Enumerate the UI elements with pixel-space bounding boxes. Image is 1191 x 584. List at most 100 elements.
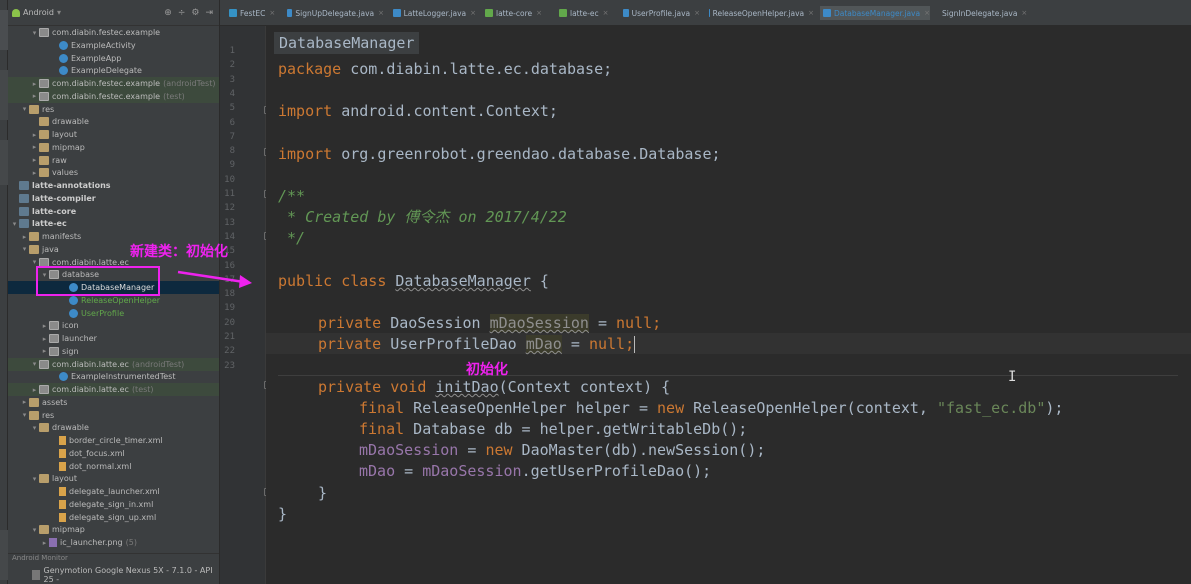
tree-node[interactable]: ▾ layout (8, 472, 219, 485)
editor-breadcrumb[interactable]: DatabaseManager (274, 32, 420, 54)
editor-tab[interactable]: SignInDelegate.java × (936, 6, 1027, 20)
collapse-arrow-icon[interactable]: ▸ (20, 233, 29, 241)
editor-tab[interactable]: ReleaseOpenHelper.java × (706, 6, 814, 20)
tree-node[interactable]: latte-compiler (8, 192, 219, 205)
class-icon (59, 66, 68, 76)
tree-node[interactable]: latte-annotations (8, 179, 219, 192)
db-name-string: "fast_ec.db" (937, 399, 1046, 417)
tree-node[interactable]: ▾ com.diabin.festec.example (8, 26, 219, 39)
class-icon (69, 295, 78, 305)
collapse-arrow-icon[interactable]: ▸ (30, 156, 39, 164)
expand-arrow-icon[interactable]: ▾ (20, 245, 29, 253)
tree-node[interactable]: ▾ drawable (8, 421, 219, 434)
editor-tab[interactable]: latte-ec × (556, 6, 614, 20)
expand-arrow-icon[interactable]: ▾ (20, 105, 29, 113)
tree-node[interactable]: ▸ launcher (8, 332, 219, 345)
tree-node[interactable]: dot_normal.xml (8, 460, 219, 473)
tree-node[interactable]: ▸ com.diabin.festec.example (test) (8, 89, 219, 103)
collapse-arrow-icon[interactable]: ▸ (30, 92, 39, 100)
captures-tool-tab[interactable] (0, 140, 8, 185)
tree-node[interactable]: ▸ com.diabin.latte.ec (test) (8, 383, 219, 396)
tree-node[interactable]: ▾ mipmap (8, 523, 219, 536)
tree-node[interactable]: dot_focus.xml (8, 447, 219, 460)
tree-node[interactable]: ▸ values (8, 166, 219, 179)
expand-arrow-icon[interactable]: ▾ (30, 424, 39, 432)
build-variants-tool-tab[interactable] (0, 530, 8, 580)
close-tab-icon[interactable]: × (1021, 9, 1027, 17)
tree-node[interactable]: delegate_sign_in.xml (8, 498, 219, 511)
collapse-arrow-icon[interactable]: ▸ (30, 131, 39, 139)
close-tab-icon[interactable]: × (470, 9, 476, 17)
editor-tab[interactable]: LatteLogger.java × (390, 6, 476, 20)
expand-arrow-icon[interactable]: ▾ (30, 526, 39, 534)
tree-node[interactable]: ▸ sign (8, 345, 219, 358)
line-number: 11 (224, 189, 235, 199)
collapse-arrow-icon[interactable]: ▸ (30, 80, 39, 88)
tree-node[interactable]: ▸ mipmap (8, 141, 219, 154)
tree-node[interactable]: delegate_sign_up.xml (8, 511, 219, 524)
collapse-arrow-icon[interactable]: ▸ (30, 169, 39, 177)
code-line-import-database: import org.greenrobot.greendao.database.… (278, 144, 721, 165)
expand-arrow-icon[interactable]: ▾ (30, 475, 39, 483)
close-tab-icon[interactable]: × (924, 9, 930, 17)
tree-node[interactable]: ExampleActivity (8, 39, 219, 52)
tree-node[interactable]: ExampleDelegate (8, 64, 219, 77)
collapse-arrow-icon[interactable]: ▸ (40, 322, 49, 330)
tree-node[interactable]: delegate_launcher.xml (8, 485, 219, 498)
expand-arrow-icon[interactable]: ▾ (30, 29, 39, 37)
expand-arrow-icon[interactable]: ▾ (30, 360, 39, 368)
gear-icon[interactable]: ⚙ (191, 8, 199, 18)
tree-node-label: values (52, 168, 79, 178)
tree-node[interactable]: ExampleApp (8, 52, 219, 65)
tree-node[interactable]: ExampleInstrumentedTest (8, 370, 219, 383)
collapse-arrow-icon[interactable]: ▸ (30, 143, 39, 151)
tree-node[interactable]: ▸ ic_launcher.png (5) (8, 536, 219, 549)
project-tool-tab[interactable] (0, 10, 8, 50)
expand-arrow-icon[interactable]: ▾ (20, 411, 29, 419)
close-tab-icon[interactable]: × (808, 9, 814, 17)
collapse-arrow-icon[interactable]: ▸ (20, 398, 29, 406)
tree-node[interactable]: ▾ res (8, 409, 219, 422)
tree-node-label: layout (52, 474, 77, 484)
collapse-arrow-icon[interactable]: ▸ (40, 347, 49, 355)
structure-tool-tab[interactable] (0, 70, 8, 120)
new-keyword: new (657, 399, 685, 417)
hide-panel-icon[interactable]: ⇥ (205, 8, 213, 18)
editor-tab[interactable]: DatabaseManager.java × (820, 6, 930, 20)
project-view-selector[interactable]: Android ▾ (12, 8, 61, 17)
close-tab-icon[interactable]: × (269, 9, 275, 17)
tree-node[interactable]: ▸ icon (8, 319, 219, 332)
collapse-arrow-icon[interactable]: ▸ (40, 539, 49, 547)
close-tab-icon[interactable]: × (694, 9, 700, 17)
close-tab-icon[interactable]: × (378, 9, 384, 17)
editor-tab[interactable]: SignUpDelegate.java × (284, 6, 384, 20)
tree-node[interactable]: UserProfile (8, 307, 219, 320)
tree-node[interactable]: border_circle_timer.xml (8, 434, 219, 447)
collapse-arrow-icon[interactable]: ▸ (30, 386, 39, 394)
expand-arrow-icon[interactable]: ▾ (30, 258, 39, 266)
code-editor[interactable]: DatabaseManager package com.diabin.latte… (266, 26, 1191, 584)
tree-node[interactable]: ▸ com.diabin.festec.example (androidTest) (8, 77, 219, 90)
tree-node[interactable]: latte-core (8, 205, 219, 218)
tree-node[interactable]: ▸ assets (8, 396, 219, 409)
tree-node[interactable]: drawable (8, 115, 219, 128)
tree-node[interactable]: ▾ latte-ec (8, 217, 219, 230)
tree-node[interactable]: ▾ res (8, 103, 219, 116)
collapse-arrow-icon[interactable]: ▸ (40, 335, 49, 343)
device-selector[interactable]: Genymotion Google Nexus 5X - 7.1.0 - API… (8, 566, 219, 584)
tree-node[interactable]: ▾ com.diabin.latte.ec (androidTest) (8, 357, 219, 371)
tree-node-label: ic_launcher.png (60, 538, 123, 547)
expand-arrow-icon[interactable]: ▾ (10, 220, 19, 228)
collapse-icon[interactable]: ÷ (178, 8, 186, 18)
editor-tab[interactable]: FestEC × (226, 6, 278, 20)
tree-node-label: res (42, 104, 55, 114)
android-monitor-label[interactable]: Android Monitor (8, 553, 219, 566)
close-tab-icon[interactable]: × (536, 9, 542, 17)
editor-tab[interactable]: latte-core × (482, 6, 550, 20)
file-type-icon (287, 9, 293, 17)
close-tab-icon[interactable]: × (603, 9, 609, 17)
tree-node[interactable]: ▸ raw (8, 154, 219, 167)
sync-icon[interactable]: ⊕ (164, 8, 172, 18)
editor-tab[interactable]: UserProfile.java × (620, 6, 700, 20)
tree-node[interactable]: ▸ layout (8, 128, 219, 141)
